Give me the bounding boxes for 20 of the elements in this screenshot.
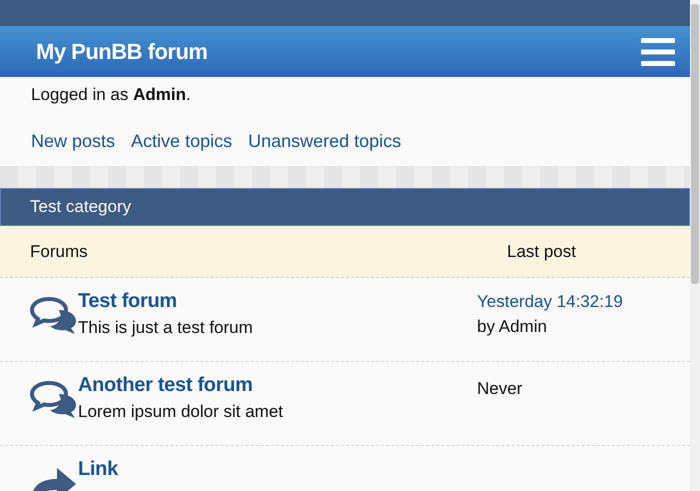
forum-title[interactable]: My PunBB forum: [36, 38, 208, 64]
last-post-link[interactable]: Yesterday 14:32:19: [477, 292, 623, 312]
nav-link[interactable]: Active topics: [131, 131, 232, 152]
column-header: Last post: [507, 242, 576, 262]
login-status: Logged in as Admin.: [31, 85, 192, 106]
forum-description: This is just a test forum: [78, 318, 254, 338]
column-header: Forums: [30, 242, 89, 262]
forum-link[interactable]: Test forum: [78, 290, 177, 313]
forum-link[interactable]: Link: [78, 458, 118, 481]
last-post-author: by Admin: [477, 317, 547, 337]
chat-bubbles-icon: [29, 380, 77, 418]
category-title: Test category: [30, 197, 132, 217]
menu-icon[interactable]: [641, 38, 675, 66]
chat-bubbles-icon: [29, 296, 77, 334]
nav-link[interactable]: New posts: [31, 131, 116, 152]
nav-link[interactable]: Unanswered topics: [248, 131, 402, 152]
forum-link[interactable]: Another test forum: [78, 374, 253, 397]
forum-description: Lorem ipsum dolor sit amet: [78, 402, 284, 422]
last-post-text: Never: [477, 379, 522, 399]
scrollbar[interactable]: [690, 0, 700, 491]
